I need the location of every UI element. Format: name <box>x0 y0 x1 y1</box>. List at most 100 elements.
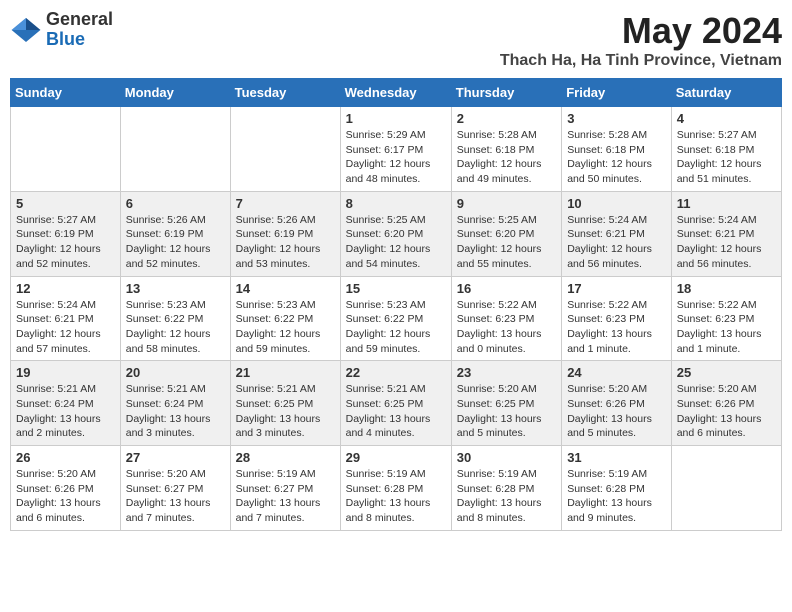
calendar-cell: 9 Sunrise: 5:25 AM Sunset: 6:20 PM Daylig… <box>451 191 561 276</box>
calendar-cell: 31 Sunrise: 5:19 AM Sunset: 6:28 PM Dayli… <box>562 446 672 531</box>
cell-info: Sunrise: 5:28 AM Sunset: 6:18 PM Dayligh… <box>457 128 556 187</box>
logo-blue-text: Blue <box>46 30 113 50</box>
logo-general-text: General <box>46 10 113 30</box>
day-number: 7 <box>236 196 335 211</box>
logo-text: General Blue <box>46 10 113 50</box>
calendar-cell <box>230 107 340 192</box>
calendar-cell: 13Sunrise: 5:23 AM Sunset: 6:22 PM Dayli… <box>120 276 230 361</box>
day-number: 4 <box>677 111 776 126</box>
days-header-row: SundayMondayTuesdayWednesdayThursdayFrid… <box>11 79 782 107</box>
day-header-thursday: Thursday <box>451 79 561 107</box>
calendar-cell: 30Sunrise: 5:19 AM Sunset: 6:28 PM Dayli… <box>451 446 561 531</box>
day-header-tuesday: Tuesday <box>230 79 340 107</box>
cell-info: Sunrise: 5:19 AM Sunset: 6:28 PM Dayligh… <box>346 467 446 526</box>
calendar-week-row: 5 Sunrise: 5:27 AM Sunset: 6:19 PM Daylig… <box>11 191 782 276</box>
calendar-cell: 22 Sunrise: 5:21 AM Sunset: 6:25 PM Dayli… <box>340 361 451 446</box>
calendar-cell: 18Sunrise: 5:22 AM Sunset: 6:23 PM Dayli… <box>671 276 781 361</box>
day-header-saturday: Saturday <box>671 79 781 107</box>
cell-info: Sunrise: 5:21 AM Sunset: 6:24 PM Dayligh… <box>126 382 225 441</box>
logo: General Blue <box>10 10 113 50</box>
calendar-week-row: 19 Sunrise: 5:21 AM Sunset: 6:24 PM Dayli… <box>11 361 782 446</box>
cell-info: Sunrise: 5:21 AM Sunset: 6:25 PM Dayligh… <box>236 382 335 441</box>
day-number: 30 <box>457 450 556 465</box>
cell-info: Sunrise: 5:22 AM Sunset: 6:23 PM Dayligh… <box>677 298 776 357</box>
day-number: 22 <box>346 365 446 380</box>
day-number: 2 <box>457 111 556 126</box>
day-number: 21 <box>236 365 335 380</box>
day-header-wednesday: Wednesday <box>340 79 451 107</box>
calendar-cell: 6 Sunrise: 5:26 AM Sunset: 6:19 PM Daylig… <box>120 191 230 276</box>
calendar-cell: 14 Sunrise: 5:23 AM Sunset: 6:22 PM Dayli… <box>230 276 340 361</box>
calendar-cell: 19 Sunrise: 5:21 AM Sunset: 6:24 PM Dayli… <box>11 361 121 446</box>
cell-info: Sunrise: 5:27 AM Sunset: 6:18 PM Dayligh… <box>677 128 776 187</box>
day-number: 14 <box>236 281 335 296</box>
calendar-week-row: 1 Sunrise: 5:29 AM Sunset: 6:17 PM Daylig… <box>11 107 782 192</box>
calendar-table: SundayMondayTuesdayWednesdayThursdayFrid… <box>10 78 782 531</box>
calendar-week-row: 26Sunrise: 5:20 AM Sunset: 6:26 PM Dayli… <box>11 446 782 531</box>
day-number: 10 <box>567 196 666 211</box>
calendar-cell: 7Sunrise: 5:26 AM Sunset: 6:19 PM Daylig… <box>230 191 340 276</box>
cell-info: Sunrise: 5:20 AM Sunset: 6:26 PM Dayligh… <box>16 467 115 526</box>
cell-info: Sunrise: 5:23 AM Sunset: 6:22 PM Dayligh… <box>236 298 335 357</box>
day-number: 5 <box>16 196 115 211</box>
calendar-cell: 26Sunrise: 5:20 AM Sunset: 6:26 PM Dayli… <box>11 446 121 531</box>
calendar-cell <box>671 446 781 531</box>
cell-info: Sunrise: 5:28 AM Sunset: 6:18 PM Dayligh… <box>567 128 666 187</box>
cell-info: Sunrise: 5:19 AM Sunset: 6:27 PM Dayligh… <box>236 467 335 526</box>
day-number: 1 <box>346 111 446 126</box>
cell-info: Sunrise: 5:24 AM Sunset: 6:21 PM Dayligh… <box>16 298 115 357</box>
day-number: 9 <box>457 196 556 211</box>
day-number: 27 <box>126 450 225 465</box>
day-number: 12 <box>16 281 115 296</box>
day-number: 29 <box>346 450 446 465</box>
day-number: 15 <box>346 281 446 296</box>
calendar-cell <box>120 107 230 192</box>
calendar-title-area: May 2024 Thach Ha, Ha Tinh Province, Vie… <box>500 10 782 70</box>
cell-info: Sunrise: 5:23 AM Sunset: 6:22 PM Dayligh… <box>126 298 225 357</box>
calendar-cell: 28Sunrise: 5:19 AM Sunset: 6:27 PM Dayli… <box>230 446 340 531</box>
cell-info: Sunrise: 5:22 AM Sunset: 6:23 PM Dayligh… <box>457 298 556 357</box>
calendar-cell: 8Sunrise: 5:25 AM Sunset: 6:20 PM Daylig… <box>340 191 451 276</box>
day-header-monday: Monday <box>120 79 230 107</box>
calendar-cell: 4 Sunrise: 5:27 AM Sunset: 6:18 PM Daylig… <box>671 107 781 192</box>
calendar-cell: 27 Sunrise: 5:20 AM Sunset: 6:27 PM Dayli… <box>120 446 230 531</box>
day-header-sunday: Sunday <box>11 79 121 107</box>
calendar-cell: 23 Sunrise: 5:20 AM Sunset: 6:25 PM Dayli… <box>451 361 561 446</box>
day-header-friday: Friday <box>562 79 672 107</box>
calendar-cell: 2 Sunrise: 5:28 AM Sunset: 6:18 PM Daylig… <box>451 107 561 192</box>
cell-info: Sunrise: 5:23 AM Sunset: 6:22 PM Dayligh… <box>346 298 446 357</box>
cell-info: Sunrise: 5:24 AM Sunset: 6:21 PM Dayligh… <box>567 213 666 272</box>
day-number: 6 <box>126 196 225 211</box>
cell-info: Sunrise: 5:21 AM Sunset: 6:25 PM Dayligh… <box>346 382 446 441</box>
calendar-cell: 5 Sunrise: 5:27 AM Sunset: 6:19 PM Daylig… <box>11 191 121 276</box>
calendar-subtitle: Thach Ha, Ha Tinh Province, Vietnam <box>500 52 782 70</box>
day-number: 3 <box>567 111 666 126</box>
day-number: 17 <box>567 281 666 296</box>
cell-info: Sunrise: 5:25 AM Sunset: 6:20 PM Dayligh… <box>457 213 556 272</box>
calendar-cell: 24 Sunrise: 5:20 AM Sunset: 6:26 PM Dayli… <box>562 361 672 446</box>
calendar-cell: 3 Sunrise: 5:28 AM Sunset: 6:18 PM Daylig… <box>562 107 672 192</box>
cell-info: Sunrise: 5:19 AM Sunset: 6:28 PM Dayligh… <box>567 467 666 526</box>
calendar-cell: 12 Sunrise: 5:24 AM Sunset: 6:21 PM Dayli… <box>11 276 121 361</box>
calendar-cell <box>11 107 121 192</box>
cell-info: Sunrise: 5:21 AM Sunset: 6:24 PM Dayligh… <box>16 382 115 441</box>
cell-info: Sunrise: 5:27 AM Sunset: 6:19 PM Dayligh… <box>16 213 115 272</box>
calendar-cell: 1 Sunrise: 5:29 AM Sunset: 6:17 PM Daylig… <box>340 107 451 192</box>
cell-info: Sunrise: 5:26 AM Sunset: 6:19 PM Dayligh… <box>126 213 225 272</box>
cell-info: Sunrise: 5:29 AM Sunset: 6:17 PM Dayligh… <box>346 128 446 187</box>
day-number: 23 <box>457 365 556 380</box>
day-number: 19 <box>16 365 115 380</box>
day-number: 11 <box>677 196 776 211</box>
cell-info: Sunrise: 5:24 AM Sunset: 6:21 PM Dayligh… <box>677 213 776 272</box>
cell-info: Sunrise: 5:20 AM Sunset: 6:25 PM Dayligh… <box>457 382 556 441</box>
calendar-cell: 11 Sunrise: 5:24 AM Sunset: 6:21 PM Dayli… <box>671 191 781 276</box>
day-number: 31 <box>567 450 666 465</box>
day-number: 20 <box>126 365 225 380</box>
calendar-cell: 29 Sunrise: 5:19 AM Sunset: 6:28 PM Dayli… <box>340 446 451 531</box>
day-number: 24 <box>567 365 666 380</box>
calendar-cell: 15 Sunrise: 5:23 AM Sunset: 6:22 PM Dayli… <box>340 276 451 361</box>
cell-info: Sunrise: 5:20 AM Sunset: 6:27 PM Dayligh… <box>126 467 225 526</box>
cell-info: Sunrise: 5:20 AM Sunset: 6:26 PM Dayligh… <box>677 382 776 441</box>
cell-info: Sunrise: 5:20 AM Sunset: 6:26 PM Dayligh… <box>567 382 666 441</box>
calendar-cell: 25Sunrise: 5:20 AM Sunset: 6:26 PM Dayli… <box>671 361 781 446</box>
